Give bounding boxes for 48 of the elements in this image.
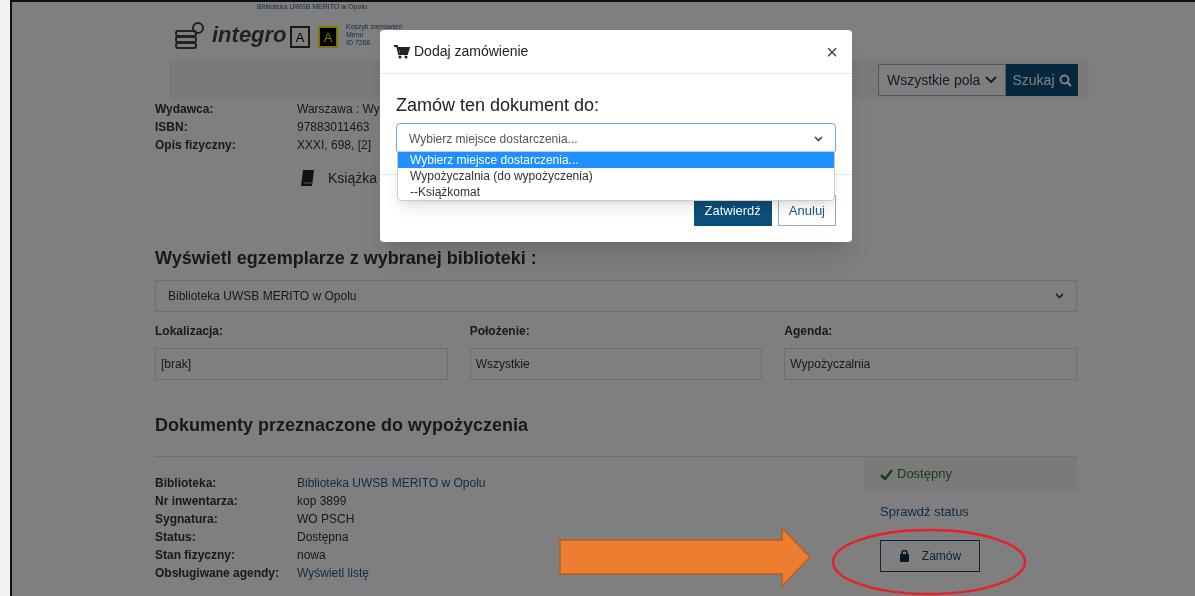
filter-field[interactable]: [brak]	[155, 348, 448, 380]
detail-label: Opis fizyczny:	[155, 137, 237, 154]
filter-field[interactable]: Wypożyczalnia	[784, 348, 1077, 380]
library-select[interactable]: Biblioteka UWSB MERITO w Opolu	[155, 280, 1077, 312]
order-button[interactable]: Zamów	[880, 539, 980, 572]
item-label: Status:	[155, 529, 197, 546]
close-button[interactable]: ×	[826, 41, 838, 62]
chevron-down-icon	[814, 135, 823, 142]
section-heading: Wyświetl egzemplarze z wybranej biblioteki :	[155, 247, 538, 270]
item-label: Sygnatura:	[155, 511, 219, 528]
format-label: Książka	[328, 168, 378, 188]
search-icon	[1058, 73, 1072, 87]
section-heading: Dokumenty przeznaczone do wypożyczenia	[155, 414, 530, 437]
item-label: Obsługiwane agendy:	[155, 565, 281, 582]
item-link[interactable]: Wyświetl listę	[297, 564, 369, 582]
detail-value: XXXI, 698, [2]	[297, 137, 372, 154]
chevron-down-icon	[1055, 293, 1064, 299]
filter-field[interactable]: Wszystkie	[469, 348, 763, 380]
search-button[interactable]: Szukaj	[1006, 64, 1078, 96]
contrast-button[interactable]: A	[318, 26, 338, 48]
cart-icon	[394, 44, 410, 59]
item-label: Biblioteka:	[155, 475, 218, 492]
book-icon	[300, 169, 316, 187]
filter-label: Położenie:	[469, 323, 531, 340]
detail-value: Warszawa : Wy	[297, 101, 380, 118]
filter-label: Lokalizacja:	[155, 323, 225, 340]
dropdown-option[interactable]: Wybierz miejsce dostarczenia...	[398, 152, 834, 168]
item-value: WO PSCH	[297, 511, 355, 528]
availability-badge: Dostępny	[864, 457, 1077, 491]
item-label: Stan fizyczny:	[155, 547, 236, 564]
filter-label: Agenda:	[784, 323, 834, 340]
modal-heading: Zamów ten dokument do:	[396, 94, 601, 116]
item-value: nowa	[297, 547, 326, 564]
contrast-button[interactable]: A	[290, 26, 310, 48]
dropdown-option[interactable]: Wypożyczalnia (do wypożyczenia)	[398, 168, 834, 184]
field-select[interactable]: Wszystkie pola	[878, 64, 1006, 96]
item-value: kop 3899	[297, 493, 347, 510]
check-icon	[880, 468, 893, 480]
check-status-link[interactable]: Sprawdź status	[880, 504, 969, 519]
item-value: Dostępna	[297, 529, 349, 546]
modal-title: Dodaj zamówienie	[414, 42, 529, 61]
logo-text: integro	[212, 21, 287, 49]
item-label: Nr inwentarza:	[155, 493, 239, 510]
item-link[interactable]: Biblioteka UWSB MERITO w Opolu	[297, 474, 486, 492]
detail-value: 97883011463	[297, 119, 370, 136]
detail-label: Wydawca:	[155, 101, 215, 118]
detail-label: ISBN:	[155, 119, 189, 136]
chevron-down-icon	[985, 76, 997, 84]
